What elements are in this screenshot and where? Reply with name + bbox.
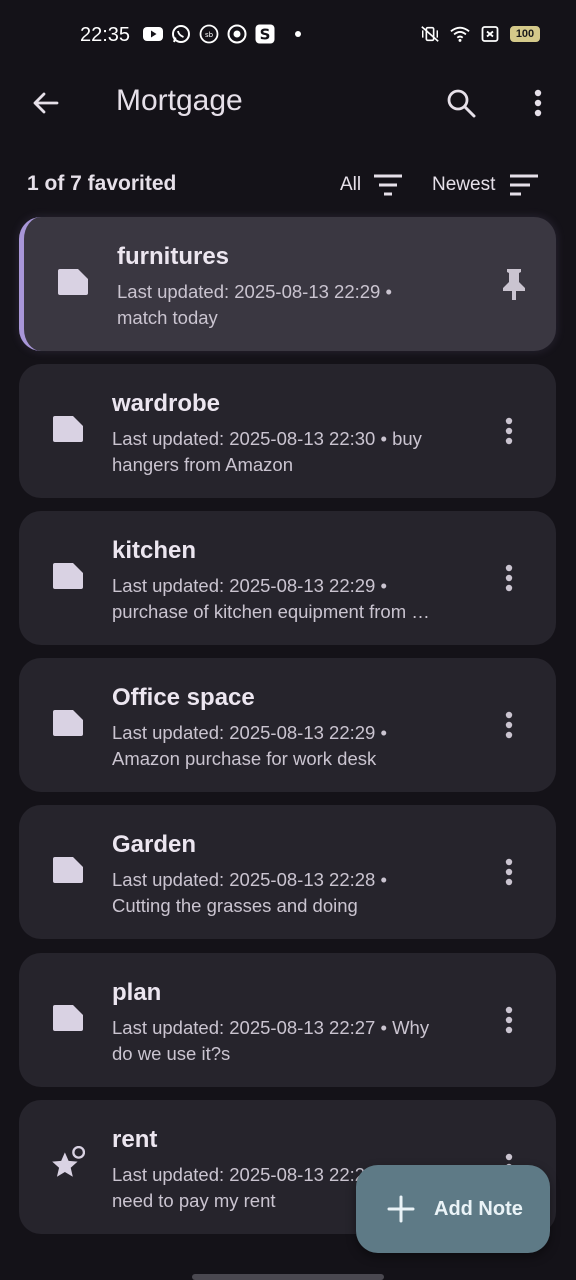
status-time: 22:35 — [80, 24, 131, 46]
note-title: furnitures — [117, 243, 230, 270]
back-button[interactable] — [24, 82, 66, 124]
more-vert-icon — [505, 858, 513, 886]
svg-text:S: S — [260, 26, 271, 44]
note-icon — [53, 857, 83, 883]
note-preview-line-2: hangers from Amazon — [112, 454, 293, 475]
search-button[interactable] — [440, 82, 482, 124]
chrome-icon — [227, 24, 247, 44]
arrow-back-icon — [33, 92, 59, 114]
more-vert-icon — [505, 711, 513, 739]
wifi-icon — [450, 24, 470, 44]
note-card[interactable]: kitchen Last updated: 2025-08-13 22:29 •… — [19, 511, 556, 645]
note-preview-line-2: do we use it?s — [112, 1043, 231, 1064]
more-vert-icon — [505, 1006, 513, 1034]
filter-button[interactable]: All — [340, 166, 403, 204]
note-preview: Last updated: 2025-08-13 22:28 • Cutting… — [112, 867, 472, 919]
note-menu-button[interactable] — [489, 997, 529, 1043]
star-icon — [52, 1146, 85, 1177]
note-title: Office space — [112, 684, 255, 711]
status-bar: 22:35 sb S 100 — [0, 0, 576, 72]
note-card[interactable]: furnitures Last updated: 2025-08-13 22:2… — [19, 217, 556, 351]
more-vert-icon — [534, 89, 542, 117]
note-preview-line-2: match today — [117, 307, 218, 328]
page-title: Mortgage — [116, 84, 243, 117]
notification-icons: sb S — [143, 24, 301, 44]
pin-icon — [503, 269, 525, 300]
filter-label: All — [340, 174, 362, 195]
note-title: rent — [112, 1126, 158, 1153]
unpin-button[interactable] — [494, 261, 534, 307]
note-menu-button[interactable] — [489, 555, 529, 601]
note-menu-button[interactable] — [489, 849, 529, 895]
whatsapp-icon — [171, 24, 191, 44]
note-preview-line-1: Last updated: 2025-08-13 22:28 • — [112, 869, 387, 890]
sort-button[interactable]: Newest — [432, 166, 539, 204]
note-icon — [58, 269, 88, 295]
add-note-button[interactable]: Add Note — [356, 1165, 550, 1253]
overflow-menu-button[interactable] — [518, 82, 558, 124]
note-preview-line-1: Last updated: 2025-08-13 22:29 • — [117, 281, 392, 302]
plus-icon — [387, 1195, 415, 1223]
home-indicator[interactable] — [192, 1274, 384, 1280]
system-icons: 100 — [420, 24, 540, 44]
sort-icon — [510, 174, 539, 196]
favorited-count: 1 of 7 favorited — [27, 172, 177, 195]
filter-list-icon — [374, 174, 403, 196]
more-notifications-dot — [295, 31, 301, 37]
note-icon — [53, 563, 83, 589]
note-card[interactable]: Garden Last updated: 2025-08-13 22:28 • … — [19, 805, 556, 939]
youtube-icon — [143, 24, 163, 44]
note-preview-line-2: Cutting the grasses and doing — [112, 895, 358, 916]
app-bar: Mortgage — [0, 72, 576, 132]
note-title: kitchen — [112, 537, 197, 564]
note-icon — [53, 710, 83, 736]
note-title: Garden — [112, 831, 197, 858]
note-card[interactable]: Office space Last updated: 2025-08-13 22… — [19, 658, 556, 792]
note-preview-line-2: Amazon purchase for work desk — [112, 748, 377, 769]
note-preview: Last updated: 2025-08-13 22:30 • buy han… — [112, 426, 472, 478]
note-card[interactable]: plan Last updated: 2025-08-13 22:27 • Wh… — [19, 953, 556, 1087]
more-vert-icon — [505, 417, 513, 445]
note-preview: Last updated: 2025-08-13 22:29 • match t… — [117, 279, 477, 331]
svg-text:sb: sb — [205, 31, 214, 39]
note-menu-button[interactable] — [489, 408, 529, 454]
vibrate-icon — [420, 24, 440, 44]
sb-app-icon: sb — [199, 24, 219, 44]
more-vert-icon — [505, 564, 513, 592]
filter-row: 1 of 7 favorited All Newest — [0, 160, 576, 210]
note-preview-line-1: Last updated: 2025-08-13 22:29 • — [112, 575, 387, 596]
note-preview-line-1: Last updated: 2025-08-13 22:30 • buy — [112, 428, 422, 449]
note-card[interactable]: wardrobe Last updated: 2025-08-13 22:30 … — [19, 364, 556, 498]
note-preview-line-2: purchase of kitchen equipment from … — [112, 601, 430, 622]
note-icon — [53, 416, 83, 442]
note-menu-button[interactable] — [489, 702, 529, 748]
note-icon — [53, 1005, 83, 1031]
search-icon — [447, 89, 476, 118]
note-preview: Last updated: 2025-08-13 22:29 • Amazon … — [112, 720, 472, 772]
note-preview-line-1: Last updated: 2025-08-13 22:27 • Why — [112, 1017, 430, 1038]
note-preview: Last updated: 2025-08-13 22:29 • purchas… — [112, 573, 472, 625]
note-title: plan — [112, 979, 162, 1006]
s-app-icon: S — [255, 24, 275, 44]
note-preview: Last updated: 2025-08-13 22:27 • Why do … — [112, 1015, 472, 1067]
add-note-label: Add Note — [434, 1197, 523, 1220]
note-title: wardrobe — [112, 390, 221, 417]
battery-indicator: 100 — [510, 26, 540, 42]
sim-off-icon — [480, 24, 500, 44]
note-preview-line-1: Last updated: 2025-08-13 22:29 • — [112, 722, 387, 743]
sort-label: Newest — [432, 174, 496, 195]
